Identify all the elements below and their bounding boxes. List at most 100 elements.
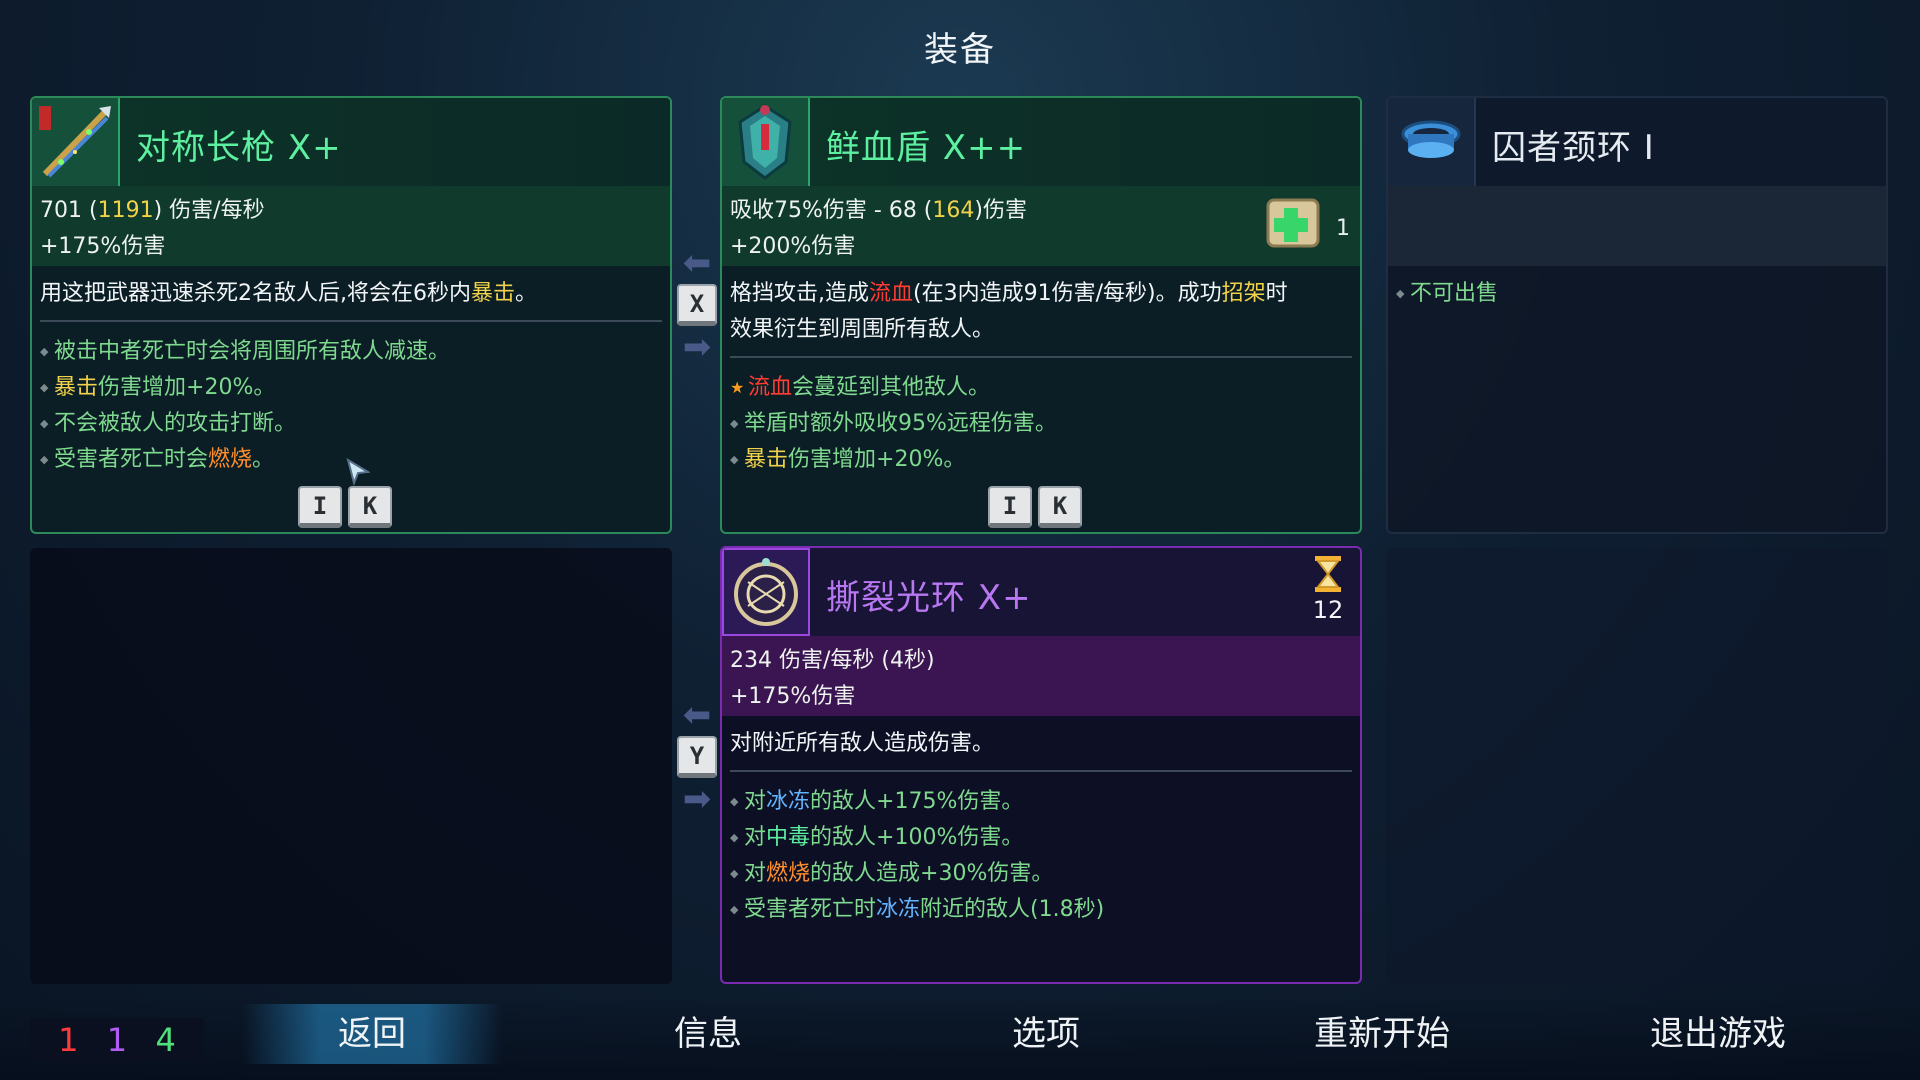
desc-text: 格挡攻击,造成 [730, 281, 869, 306]
affix-text: 不可出售 [1410, 281, 1499, 306]
desc-text: 效果衍生到周围所有敌人。 [730, 317, 995, 342]
dps-unit: ) 伤害/每秒 [153, 198, 265, 223]
screen-title: 装备 [924, 30, 996, 70]
affix-list: ◆ 被击中者死亡时会将周围所有敌人减速。 ◆ 暴击 伤害增加+20%。 ◆ 不会被敌人的… [40, 334, 662, 478]
item-description: 用这把武器迅速杀死2名敌人后,将会在6秒内暴击。 [40, 276, 662, 322]
item-header: 撕裂光环 X+ 12 [722, 548, 1360, 636]
affix-item: ◆ 不可出售 [1396, 276, 1878, 312]
item-stats: 234 伤害/每秒 (4秒) +175%伤害 [722, 636, 1360, 716]
affix-keyword: 暴击 [54, 375, 99, 400]
spear-icon [32, 98, 120, 186]
affix-item: ◆ 暴击 伤害增加+20%。 [40, 370, 662, 406]
info-button[interactable]: 信息 [578, 1012, 838, 1056]
affix-text: 受害者死亡时 [744, 897, 877, 922]
swap-skills-control[interactable]: ⬅ Y ➡ [673, 698, 721, 816]
affix-text: 的敌人+100%伤害。 [810, 825, 1024, 850]
affix-text: 会蔓延到其他敌人。 [792, 375, 991, 400]
swap-y-button[interactable]: Y [677, 736, 717, 778]
item-name: 鲜血盾 X++ [826, 128, 1027, 168]
affix-text: 对 [744, 789, 767, 814]
options-button[interactable]: 选项 [916, 1012, 1176, 1056]
affix-item: ◆ 对燃烧 的敌人造成+30%伤害。 [730, 856, 1352, 892]
mouse-cursor-icon [346, 457, 372, 490]
item-header: 鲜血盾 X++ [722, 98, 1360, 186]
cooldown-indicator: 12 [1308, 556, 1348, 624]
item-description: 格挡攻击,造成流血(在3内造成91伤害/每秒)。成功招架时 效果衍生到周围所有敌人… [730, 276, 1352, 358]
restart-button[interactable]: 重新开始 [1252, 1012, 1512, 1056]
diamond-icon: ◆ [1396, 287, 1405, 300]
affix-item: ◆ 被击中者死亡时会将周围所有敌人减速。 [40, 334, 662, 370]
key-i-button[interactable]: I [988, 486, 1032, 528]
affix-text: 不会被敌人的攻击打断。 [54, 411, 297, 436]
desc-text: 时 [1265, 281, 1288, 306]
diamond-icon: ◆ [730, 417, 739, 430]
diamond-icon: ◆ [40, 417, 49, 430]
affix-text: 的敌人造成+30%伤害。 [810, 861, 1054, 886]
key-k-button[interactable]: K [348, 486, 392, 528]
brutality-count: 1 [58, 1021, 79, 1059]
desc-keyword: 招架 [1221, 281, 1266, 306]
affix-text: 伤害增加+20%。 [98, 375, 276, 400]
item-stats [1388, 186, 1886, 266]
affix-list: ◆ 对冰冻 的敌人+175%伤害。 ◆ 对中毒 的敌人+100%伤害。 ◆ 对燃烧 的敌人造… [730, 784, 1352, 928]
affix-text: 被击中者死亡时会将周围所有敌人减速。 [54, 339, 451, 364]
key-i-button[interactable]: I [298, 486, 342, 528]
scroll-stats-counter: 1 1 4 [30, 1018, 204, 1062]
arrow-left-icon: ⬅ [682, 695, 712, 735]
collar-icon [1388, 98, 1476, 186]
diamond-icon: ◆ [730, 831, 739, 844]
diamond-icon: ◆ [730, 453, 739, 466]
diamond-icon: ◆ [730, 903, 739, 916]
empty-slot-panel [30, 548, 672, 984]
tactics-count: 1 [106, 1021, 128, 1059]
item-name: 撕裂光环 X+ [826, 578, 1032, 618]
blood-shield-icon [722, 98, 810, 186]
quit-game-button[interactable]: 退出游戏 [1588, 1012, 1848, 1056]
diamond-icon: ◆ [40, 381, 49, 394]
affix-item: ◆ 不会被敌人的攻击打断。 [40, 406, 662, 442]
affix-item: ◆ 暴击 伤害增加+20%。 [730, 442, 1352, 478]
affix-item: ★ 流血 会蔓延到其他敌人。 [730, 370, 1352, 406]
swap-x-button[interactable]: X [677, 284, 717, 326]
affix-text: 受害者死亡时会 [54, 447, 209, 472]
cooldown-value: 12 [1312, 596, 1344, 624]
desc-end: 。 [515, 281, 538, 306]
amulet-panel[interactable]: 囚者颈环 I ◆ 不可出售 [1386, 96, 1888, 534]
swap-weapons-control[interactable]: ⬅ X ➡ [673, 246, 721, 364]
damage-bonus: +175%伤害 [40, 234, 166, 259]
desc-keyword: 暴击 [471, 281, 516, 306]
key-k-button[interactable]: K [1038, 486, 1082, 528]
affix-text: 对 [744, 825, 767, 850]
affix-text: 伤害增加+20%。 [788, 447, 966, 472]
star-icon: ★ [730, 378, 745, 397]
scroll-icon [1260, 190, 1326, 260]
survival-count: 4 [155, 1021, 176, 1059]
keybind-hints: I K [988, 486, 1082, 528]
dps-line: 234 伤害/每秒 (4秒) [730, 648, 935, 673]
damage-bonus: +175%伤害 [730, 684, 856, 709]
arrow-right-icon: ➡ [682, 779, 712, 819]
affix-text: 对 [744, 861, 767, 886]
affix-item: ◆ 受害者死亡时 冰冻 附近的敌人(1.8秒) [730, 892, 1352, 928]
item-header: 囚者颈环 I [1388, 98, 1886, 186]
rending-aura-icon [722, 548, 810, 636]
item-stats: 701 (1191) 伤害/每秒 +175%伤害 [32, 186, 670, 266]
empty-slot-panel [1386, 548, 1888, 984]
affix-keyword: 燃烧 [208, 447, 253, 472]
weapon-panel-secondary[interactable]: 鲜血盾 X++ 吸收75%伤害 - 68 (164)伤害 +200%伤害 1 格… [720, 96, 1362, 534]
affix-text: 的敌人+175%伤害。 [810, 789, 1024, 814]
skill-panel[interactable]: 撕裂光环 X+ 12 234 伤害/每秒 (4秒) +175%伤害 对附近所有敌… [720, 546, 1362, 984]
affix-text: 举盾时额外吸收95%远程伤害。 [744, 411, 1057, 436]
affix-keyword: 冰冻 [876, 897, 921, 922]
arrow-left-icon: ⬅ [682, 243, 712, 283]
hourglass-icon [1315, 556, 1341, 592]
back-button[interactable]: 返回 [242, 1004, 502, 1064]
affix-text: 附近的敌人(1.8秒) [920, 897, 1105, 922]
diamond-icon: ◆ [40, 453, 49, 466]
diamond-icon: ◆ [40, 345, 49, 358]
item-name: 对称长枪 X+ [136, 128, 342, 168]
affix-text: 。 [252, 447, 275, 472]
affix-keyword: 流血 [748, 375, 793, 400]
crit-damage-value: 164 [932, 198, 975, 223]
absorb-text: 吸收75%伤害 - 68 ( [730, 198, 933, 223]
